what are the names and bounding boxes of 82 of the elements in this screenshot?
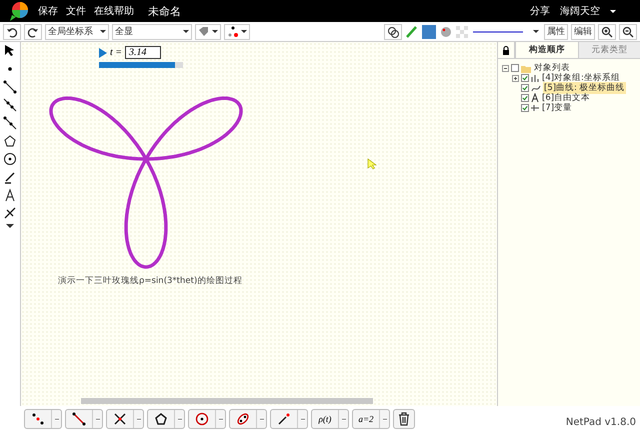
- redo-button[interactable]: [24, 24, 42, 40]
- tree-item[interactable]: [7]变量: [541, 102, 574, 114]
- properties-button[interactable]: 属性: [544, 24, 568, 40]
- line-icon: [3, 98, 17, 112]
- logo-icon: [8, 1, 30, 21]
- points-icon: [31, 412, 45, 426]
- cursor-icon: [367, 158, 377, 170]
- zoom-out-icon: [622, 26, 634, 38]
- checkbox[interactable]: [511, 64, 519, 72]
- caret-icon: [183, 30, 189, 33]
- trash-button[interactable]: [393, 409, 415, 429]
- expand-toggle[interactable]: [512, 74, 519, 82]
- pen-icon: [3, 170, 17, 184]
- caret-icon: [212, 30, 218, 33]
- caret-icon: [100, 30, 106, 33]
- layers-button[interactable]: [384, 24, 402, 40]
- zoom-in-icon: [601, 26, 613, 38]
- tree-item[interactable]: [6]自由文本: [541, 92, 592, 104]
- tool-button[interactable]: ρ(t): [312, 410, 338, 428]
- tool-label: a=2: [358, 414, 374, 424]
- tool-label: ρ(t): [318, 414, 332, 424]
- tree-item[interactable]: [5]曲线: 极坐标曲线: [543, 82, 626, 94]
- polygon-icon: [154, 412, 168, 426]
- redo-icon: [27, 26, 39, 38]
- checkbox[interactable]: [521, 104, 529, 112]
- trash-icon: [397, 412, 411, 426]
- ellipse-icon: [236, 412, 250, 426]
- checkbox[interactable]: [521, 84, 529, 92]
- caret-icon: [533, 30, 539, 33]
- tool-button[interactable]: a=2: [353, 410, 379, 428]
- zoom-out-button[interactable]: [619, 24, 637, 40]
- plus-icon: [513, 76, 518, 80]
- menu-item[interactable]: 文件: [66, 4, 86, 18]
- variable-label: t =: [110, 47, 122, 58]
- undo-icon: [6, 26, 18, 38]
- version-label: NetPad v1.8.0: [566, 417, 636, 428]
- pencil-icon: [405, 24, 419, 38]
- caption-text: 演示一下三叶玫瑰线ρ=sin(3*thet)的绘图过程: [58, 275, 242, 287]
- value-field[interactable]: 3.14: [125, 46, 162, 59]
- tree-item[interactable]: 对象列表: [533, 62, 571, 74]
- view-dropdown[interactable]: 全显: [112, 24, 192, 40]
- polygon-icon: [3, 134, 17, 148]
- checkbox[interactable]: [521, 94, 529, 102]
- panel-tab[interactable]: 元素类型: [578, 42, 640, 58]
- bar-chart-icon: [531, 74, 539, 82]
- segment-icon: [3, 80, 17, 94]
- letter-a-icon: [531, 93, 539, 103]
- checkbox[interactable]: [521, 74, 529, 82]
- segment-icon: [72, 412, 86, 426]
- intersect-icon: [113, 412, 127, 426]
- line-sample-icon: [473, 30, 523, 32]
- zoom-in-button[interactable]: [598, 24, 616, 40]
- style-button[interactable]: [224, 24, 250, 40]
- folder-icon: [521, 64, 531, 72]
- tag-icon: [198, 26, 210, 38]
- curve-icon: [531, 84, 541, 92]
- circle-icon: [3, 152, 17, 166]
- tree-item[interactable]: [4]对象组:坐标系组: [541, 72, 621, 84]
- edit-button[interactable]: 编辑: [571, 24, 595, 40]
- minus-icon: [503, 66, 508, 70]
- scrollbar[interactable]: [81, 398, 373, 404]
- circle-icon: [195, 412, 209, 426]
- menu-item[interactable]: 保存: [38, 4, 58, 18]
- ray-icon: [3, 116, 17, 130]
- caret-icon: [6, 224, 14, 228]
- menu-item[interactable]: 在线帮助: [94, 4, 134, 18]
- color-swatch-icon: [422, 24, 436, 38]
- coordinate-dropdown[interactable]: 全局坐标系: [45, 24, 109, 40]
- play-icon: [99, 48, 107, 58]
- user-menu[interactable]: 海阔天空: [560, 4, 600, 18]
- collapse-toggle[interactable]: [502, 64, 509, 72]
- caret-icon: [610, 10, 616, 12]
- share-link[interactable]: 分享: [530, 4, 550, 18]
- ray-icon: [277, 412, 291, 426]
- document-title: 未命名: [148, 4, 181, 18]
- points-icon: [227, 26, 239, 38]
- caret-icon: [241, 30, 247, 33]
- undo-button[interactable]: [3, 24, 21, 40]
- letter-a-icon: [3, 188, 17, 202]
- lock-icon: [502, 46, 510, 54]
- transparency-icon: [456, 26, 468, 38]
- layers-icon: [387, 26, 399, 38]
